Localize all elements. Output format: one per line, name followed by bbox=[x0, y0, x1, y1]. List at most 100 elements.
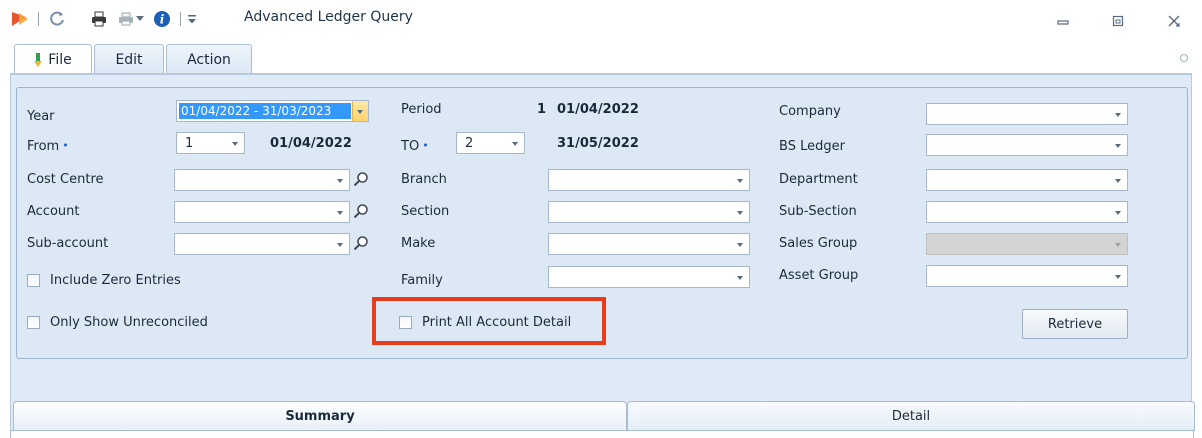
family-dropdown[interactable] bbox=[548, 266, 750, 288]
department-label: Department bbox=[779, 172, 858, 187]
period-date: 01/04/2022 bbox=[557, 102, 639, 117]
info-icon[interactable]: i bbox=[152, 9, 172, 29]
include-zero-entries-label: Include Zero Entries bbox=[50, 273, 181, 288]
chevron-down-icon bbox=[337, 179, 343, 183]
highlight-box bbox=[372, 297, 606, 345]
only-show-unreconciled-label: Only Show Unreconciled bbox=[50, 315, 208, 330]
ribbon-collapse-icon[interactable] bbox=[1180, 54, 1188, 62]
sales-group-label: Sales Group bbox=[779, 236, 858, 251]
cost-centre-label: Cost Centre bbox=[27, 172, 104, 187]
sub-account-search-icon[interactable] bbox=[351, 232, 371, 254]
checkbox-box[interactable] bbox=[27, 274, 40, 287]
tab-edit[interactable]: Edit bbox=[94, 44, 164, 74]
make-dropdown[interactable] bbox=[548, 233, 750, 255]
tab-detail[interactable]: Detail bbox=[627, 401, 1195, 431]
chevron-down-icon[interactable] bbox=[134, 9, 146, 29]
branch-dropdown[interactable] bbox=[548, 169, 750, 191]
period-number: 1 bbox=[537, 102, 547, 117]
chevron-down-icon bbox=[1115, 275, 1121, 279]
tab-action[interactable]: Action bbox=[166, 44, 252, 74]
tab-summary-label: Summary bbox=[285, 408, 355, 424]
from-label-text: From bbox=[27, 139, 60, 154]
maximize-button[interactable] bbox=[1109, 12, 1127, 30]
title-bar: i Advanced Ledger Query bbox=[0, 0, 1202, 44]
department-dropdown[interactable] bbox=[926, 169, 1128, 191]
company-dropdown[interactable] bbox=[926, 103, 1128, 125]
year-label: Year bbox=[27, 109, 55, 124]
to-period-value: 2 bbox=[465, 136, 474, 151]
print-icon[interactable] bbox=[89, 9, 109, 29]
toolbar-separator bbox=[38, 12, 39, 26]
sub-account-label: Sub-account bbox=[27, 236, 109, 251]
family-label: Family bbox=[401, 273, 443, 288]
cost-centre-search-icon[interactable] bbox=[351, 168, 371, 190]
tab-action-label: Action bbox=[187, 51, 231, 68]
toolbar-separator bbox=[180, 12, 181, 26]
to-date: 31/05/2022 bbox=[557, 136, 639, 151]
chevron-down-icon bbox=[1115, 211, 1121, 215]
chevron-down-icon bbox=[337, 211, 343, 215]
year-value: 01/04/2022 - 31/03/2023 bbox=[179, 103, 351, 119]
tab-file[interactable]: File bbox=[14, 44, 92, 74]
branch-label: Branch bbox=[401, 172, 447, 187]
chevron-down-icon bbox=[1115, 179, 1121, 183]
chevron-down-icon bbox=[512, 142, 518, 146]
svg-text:i: i bbox=[160, 13, 165, 27]
section-dropdown[interactable] bbox=[548, 201, 750, 223]
from-date: 01/04/2022 bbox=[270, 136, 352, 151]
results-area bbox=[10, 430, 1194, 438]
tab-summary[interactable]: Summary bbox=[13, 401, 627, 431]
bs-ledger-dropdown[interactable] bbox=[926, 134, 1128, 156]
close-button[interactable] bbox=[1165, 12, 1183, 30]
company-label: Company bbox=[779, 104, 841, 119]
bs-ledger-label: BS Ledger bbox=[779, 139, 845, 154]
year-dropdown[interactable]: 01/04/2022 - 31/03/2023 bbox=[176, 100, 369, 122]
minimize-button[interactable] bbox=[1054, 12, 1072, 30]
chevron-down-icon bbox=[232, 142, 238, 146]
account-label: Account bbox=[27, 204, 80, 219]
account-dropdown[interactable] bbox=[174, 201, 350, 223]
retrieve-button[interactable]: Retrieve bbox=[1022, 309, 1128, 339]
chevron-down-icon bbox=[737, 211, 743, 215]
window-title: Advanced Ledger Query bbox=[244, 9, 413, 25]
to-label: TO • bbox=[401, 139, 429, 154]
to-period-dropdown[interactable]: 2 bbox=[456, 132, 525, 154]
from-period-dropdown[interactable]: 1 bbox=[176, 132, 245, 154]
sales-group-dropdown bbox=[926, 233, 1128, 255]
account-search-icon[interactable] bbox=[351, 200, 371, 222]
chevron-down-icon bbox=[1115, 243, 1121, 247]
chevron-down-icon bbox=[357, 110, 363, 114]
main-area bbox=[10, 75, 1192, 438]
chevron-down-icon bbox=[737, 179, 743, 183]
from-period-value: 1 bbox=[185, 136, 194, 151]
include-zero-entries-checkbox[interactable]: Include Zero Entries bbox=[27, 273, 181, 288]
asset-group-label: Asset Group bbox=[779, 268, 859, 283]
to-label-text: TO bbox=[401, 139, 420, 154]
sub-section-dropdown[interactable] bbox=[926, 201, 1128, 223]
chevron-down-icon bbox=[1115, 113, 1121, 117]
print-preview-icon[interactable] bbox=[116, 9, 136, 29]
cost-centre-dropdown[interactable] bbox=[174, 169, 350, 191]
refresh-icon[interactable] bbox=[47, 9, 67, 29]
make-label: Make bbox=[401, 236, 436, 251]
file-tab-icon bbox=[34, 52, 43, 67]
tab-detail-label: Detail bbox=[891, 408, 931, 424]
chevron-down-icon bbox=[1115, 144, 1121, 148]
app-logo-icon bbox=[10, 9, 30, 29]
required-indicator: • bbox=[62, 139, 69, 152]
only-show-unreconciled-checkbox[interactable]: Only Show Unreconciled bbox=[27, 315, 208, 330]
section-label: Section bbox=[401, 204, 450, 219]
sub-account-dropdown[interactable] bbox=[174, 233, 350, 255]
checkbox-box[interactable] bbox=[27, 316, 40, 329]
customize-toolbar-icon[interactable] bbox=[186, 9, 198, 29]
chevron-down-icon bbox=[737, 243, 743, 247]
tab-edit-label: Edit bbox=[115, 51, 143, 68]
sub-section-label: Sub-Section bbox=[779, 204, 857, 219]
from-label: From • bbox=[27, 139, 69, 154]
chevron-down-icon bbox=[737, 276, 743, 280]
year-dropdown-button[interactable] bbox=[352, 101, 368, 121]
period-label: Period bbox=[401, 102, 442, 117]
tab-file-label: File bbox=[48, 51, 72, 68]
asset-group-dropdown[interactable] bbox=[926, 265, 1128, 287]
required-indicator: • bbox=[422, 139, 429, 152]
